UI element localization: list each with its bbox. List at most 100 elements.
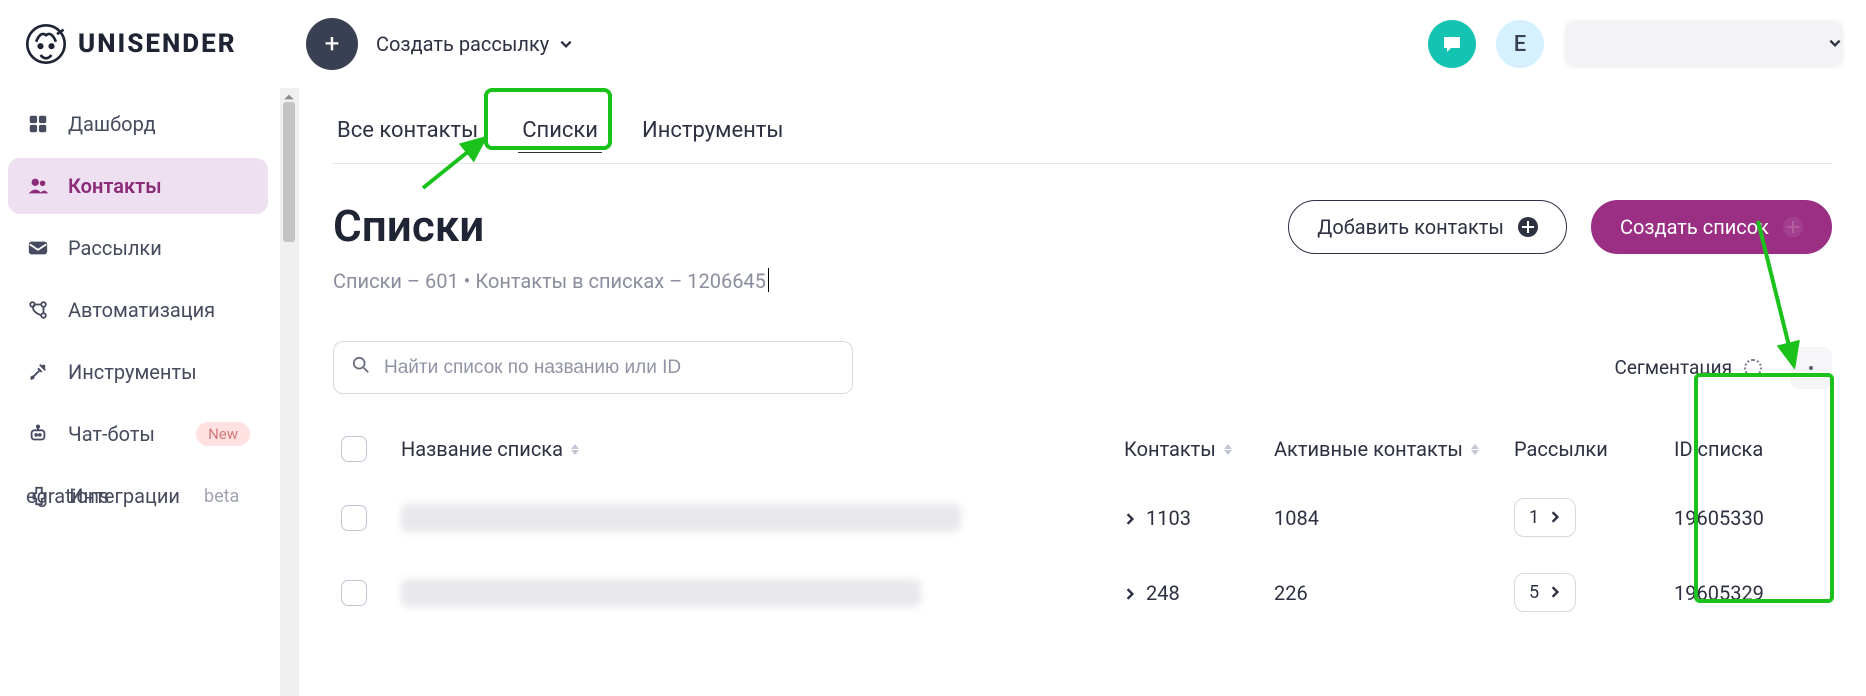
lists-table: Название списка Контакты Активные контак… bbox=[333, 418, 1832, 630]
sidebar-item-automation[interactable]: Автоматизация bbox=[8, 282, 268, 338]
table-row: 1103 1084 1 19605330 bbox=[333, 480, 1832, 555]
chevron-down-icon bbox=[1828, 35, 1842, 54]
mailings-count: 5 bbox=[1529, 582, 1539, 603]
button-label: Добавить контакты bbox=[1317, 215, 1504, 239]
col-label: Активные контакты bbox=[1274, 437, 1463, 461]
col-label: Рассылки bbox=[1514, 437, 1608, 461]
tab-label: Инструменты bbox=[642, 118, 783, 143]
create-list-button[interactable]: Создать список bbox=[1591, 200, 1832, 254]
tabs: Все контакты Списки Инструменты bbox=[333, 108, 1832, 164]
page-title: Списки bbox=[333, 200, 484, 252]
create-campaign-label: Создать рассылку bbox=[376, 32, 549, 56]
col-contacts[interactable]: Контакты bbox=[1124, 437, 1274, 461]
table-row: 248 226 5 19605329 bbox=[333, 555, 1832, 630]
add-contacts-button[interactable]: Добавить контакты bbox=[1288, 200, 1567, 254]
list-name-redacted[interactable] bbox=[401, 504, 961, 532]
col-label: Контакты bbox=[1124, 437, 1216, 461]
main: Все контакты Списки Инструменты Списки Д… bbox=[299, 88, 1866, 696]
logo[interactable]: UNISENDER bbox=[24, 22, 284, 66]
text-cursor bbox=[768, 268, 769, 292]
page-subtitle-text: Списки – 601 • Контакты в списках – 1206… bbox=[333, 269, 766, 293]
scrollbar[interactable] bbox=[280, 88, 299, 696]
tab-tools[interactable]: Инструменты bbox=[638, 108, 787, 163]
tab-label: Все контакты bbox=[337, 118, 478, 143]
page-subtitle: Списки – 601 • Контакты в списках – 1206… bbox=[333, 268, 1832, 293]
mailings-count: 1 bbox=[1529, 507, 1539, 528]
mailings-pill[interactable]: 1 bbox=[1514, 498, 1576, 537]
sidebar: Дашборд Контакты Рассылки Автоматизация … bbox=[0, 88, 280, 696]
tools-icon bbox=[26, 361, 50, 383]
topbar: UNISENDER + Создать рассылку E bbox=[0, 0, 1866, 88]
table-header: Название списка Контакты Активные контак… bbox=[333, 418, 1832, 480]
list-id: 19605330 bbox=[1674, 506, 1824, 530]
plus-icon bbox=[1783, 217, 1803, 237]
col-label: ID списка bbox=[1674, 437, 1763, 461]
chevron-right-icon bbox=[1124, 506, 1136, 530]
badge-new: New bbox=[196, 422, 250, 446]
chatbots-icon bbox=[26, 423, 50, 445]
sidebar-item-label: Чат-боты bbox=[68, 422, 155, 446]
sidebar-item-integrations[interactable]: egrations Интеграции beta bbox=[8, 468, 268, 524]
contacts-icon bbox=[26, 175, 50, 197]
row-checkbox[interactable] bbox=[341, 580, 367, 606]
segmentation-label: Сегментация bbox=[1614, 356, 1732, 379]
mailings-pill[interactable]: 5 bbox=[1514, 573, 1576, 612]
search-input[interactable] bbox=[384, 357, 834, 379]
create-campaign-dropdown[interactable]: Создать рассылку bbox=[376, 32, 573, 56]
tab-label: Списки bbox=[522, 118, 598, 143]
row-checkbox[interactable] bbox=[341, 505, 367, 531]
segmentation-button[interactable]: Сегментация bbox=[1602, 348, 1774, 387]
list-id: 19605329 bbox=[1674, 581, 1824, 605]
badge-beta: beta bbox=[204, 486, 239, 507]
tab-all-contacts[interactable]: Все контакты bbox=[333, 108, 482, 163]
col-label: Название списка bbox=[401, 437, 563, 461]
col-id: ID списка bbox=[1674, 437, 1824, 461]
contacts-count: 1103 bbox=[1146, 506, 1191, 530]
logo-text: UNISENDER bbox=[78, 29, 237, 59]
active-count: 1084 bbox=[1274, 506, 1514, 530]
sidebar-item-label: Дашборд bbox=[68, 112, 156, 136]
chat-button[interactable] bbox=[1428, 20, 1476, 68]
sort-icon bbox=[571, 444, 579, 455]
sort-icon bbox=[1224, 444, 1232, 455]
user-avatar[interactable]: E bbox=[1496, 20, 1544, 68]
sidebar-item-label: Автоматизация bbox=[68, 298, 215, 322]
select-all-checkbox[interactable] bbox=[341, 436, 367, 462]
dashboard-icon bbox=[26, 113, 50, 135]
sidebar-item-dashboard[interactable]: Дашборд bbox=[8, 96, 268, 152]
search-input-wrap[interactable] bbox=[333, 341, 853, 394]
tab-lists[interactable]: Списки bbox=[518, 108, 602, 163]
col-name[interactable]: Название списка bbox=[401, 437, 1124, 461]
account-dropdown[interactable] bbox=[1564, 20, 1844, 68]
scroll-up-icon bbox=[283, 88, 295, 100]
sidebar-item-chatbots[interactable]: Чат-боты New bbox=[8, 406, 268, 462]
plus-icon bbox=[1518, 217, 1538, 237]
col-active[interactable]: Активные контакты bbox=[1274, 437, 1514, 461]
more-menu-button[interactable] bbox=[1790, 347, 1832, 389]
list-name-redacted[interactable] bbox=[401, 579, 921, 607]
sort-icon bbox=[1471, 444, 1479, 455]
automation-icon bbox=[26, 299, 50, 321]
sidebar-item-mailings[interactable]: Рассылки bbox=[8, 220, 268, 276]
mailings-icon bbox=[26, 237, 50, 259]
sidebar-item-contacts[interactable]: Контакты bbox=[8, 158, 268, 214]
chevron-right-icon bbox=[1549, 582, 1561, 603]
sidebar-item-label: Интеграции bbox=[69, 484, 180, 508]
sidebar-item-tools[interactable]: Инструменты bbox=[8, 344, 268, 400]
col-mailings: Рассылки bbox=[1514, 437, 1674, 461]
sidebar-item-label: Инструменты bbox=[68, 360, 197, 384]
scroll-thumb[interactable] bbox=[283, 102, 295, 242]
avatar-letter: E bbox=[1514, 32, 1526, 57]
create-campaign-plus[interactable]: + bbox=[306, 18, 358, 70]
chevron-right-icon bbox=[1549, 507, 1561, 528]
sidebar-item-label: Рассылки bbox=[68, 236, 162, 260]
integrations-icon bbox=[27, 485, 51, 507]
button-label: Создать список bbox=[1620, 215, 1769, 239]
active-count: 226 bbox=[1274, 581, 1514, 605]
logo-icon bbox=[24, 22, 68, 66]
dotted-circle-icon bbox=[1744, 359, 1762, 377]
chevron-down-icon bbox=[559, 32, 573, 56]
sidebar-item-label: Контакты bbox=[68, 174, 162, 198]
contacts-count: 248 bbox=[1146, 581, 1180, 605]
chevron-right-icon bbox=[1124, 581, 1136, 605]
